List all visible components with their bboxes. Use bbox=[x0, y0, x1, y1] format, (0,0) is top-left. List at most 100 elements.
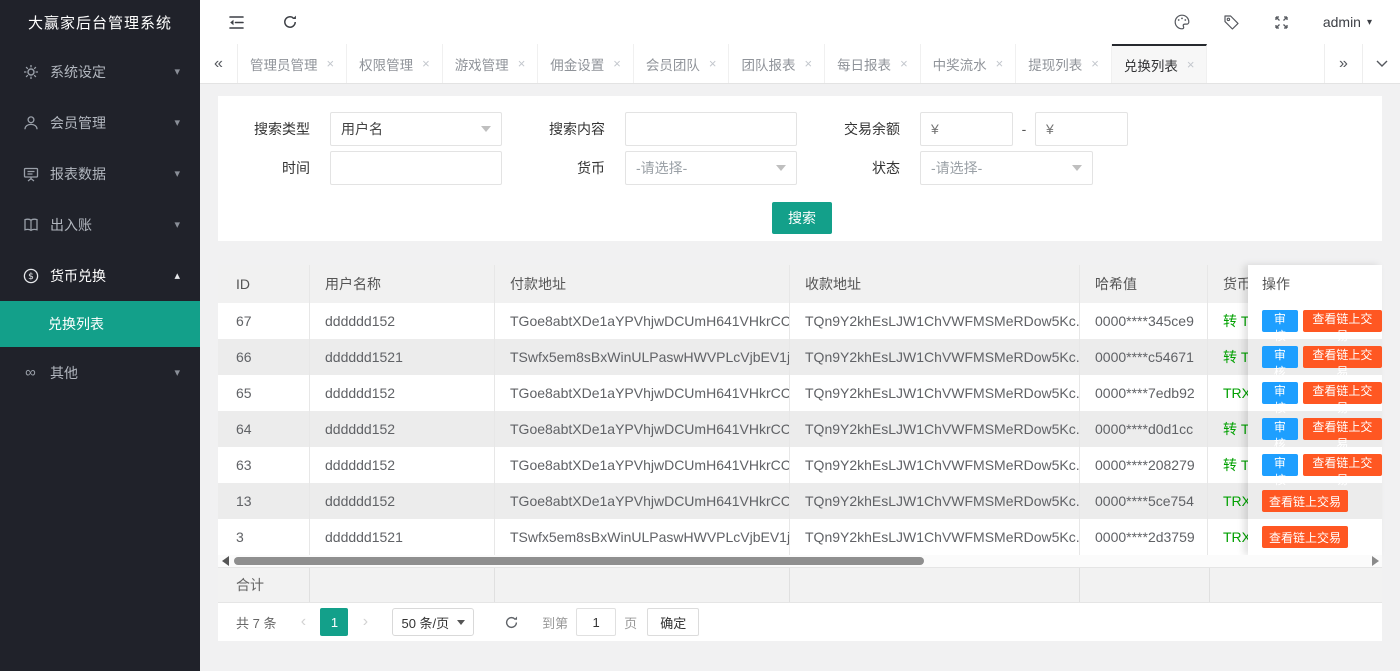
sidebar-item-label: 系统设定 bbox=[50, 62, 174, 82]
view-chain-tx-button[interactable]: 查看链上交易 bbox=[1303, 310, 1382, 332]
close-icon[interactable]: × bbox=[709, 56, 717, 71]
pagination-refresh-icon[interactable] bbox=[496, 615, 526, 630]
tab-winning-flow[interactable]: 中奖流水 × bbox=[921, 44, 1017, 83]
cell-recv-address: TQn9Y2khEsLJW1ChVWFMSMeRDow5Kc... bbox=[790, 303, 1080, 339]
audit-button[interactable]: 审核 bbox=[1262, 418, 1298, 440]
next-page-icon[interactable]: › bbox=[352, 613, 378, 631]
table-row: 3 dddddd1521 TSwfx5em8sBxWinULPaswHWVPLc… bbox=[218, 519, 1382, 555]
sidebar-item-currency-exchange[interactable]: $ 货币兑换 ▴ bbox=[0, 250, 200, 301]
chevron-down-icon: ▾ bbox=[1367, 17, 1372, 28]
tab-label: 管理员管理 bbox=[250, 54, 318, 74]
balance-max-input[interactable] bbox=[1035, 112, 1128, 146]
view-chain-tx-button[interactable]: 查看链上交易 bbox=[1303, 346, 1382, 368]
sidebar-item-member-management[interactable]: 会员管理 ▾ bbox=[0, 97, 200, 148]
sidebar-item-transactions[interactable]: 出入账 ▾ bbox=[0, 199, 200, 250]
tabs-dropdown-icon[interactable] bbox=[1362, 44, 1400, 83]
refresh-icon[interactable] bbox=[270, 0, 310, 44]
audit-button[interactable]: 审核 bbox=[1262, 310, 1298, 332]
tabs-scroll-left-icon[interactable]: « bbox=[200, 44, 238, 83]
sidebar-collapse-icon[interactable] bbox=[216, 0, 256, 44]
fullscreen-icon[interactable] bbox=[1257, 0, 1307, 44]
tab-label: 会员团队 bbox=[646, 54, 700, 74]
view-chain-tx-button[interactable]: 查看链上交易 bbox=[1262, 526, 1348, 548]
tab-withdrawal-list[interactable]: 提现列表 × bbox=[1016, 44, 1112, 83]
sidebar-subitem-exchange-list[interactable]: 兑换列表 bbox=[0, 301, 200, 347]
close-icon[interactable]: × bbox=[327, 56, 335, 71]
tab-exchange-list[interactable]: 兑换列表 × bbox=[1112, 44, 1208, 83]
sidebar-item-system-settings[interactable]: 系统设定 ▾ bbox=[0, 46, 200, 97]
tab-label: 兑换列表 bbox=[1124, 55, 1178, 75]
audit-button[interactable]: 审核 bbox=[1262, 346, 1298, 368]
chevron-down-icon bbox=[481, 126, 491, 132]
view-chain-tx-button[interactable]: 查看链上交易 bbox=[1262, 490, 1348, 512]
summary-cell bbox=[1210, 568, 1382, 602]
prev-page-icon[interactable]: ‹ bbox=[290, 613, 316, 631]
search-content-input[interactable] bbox=[625, 112, 797, 146]
theme-palette-icon[interactable] bbox=[1157, 0, 1207, 44]
close-icon[interactable]: × bbox=[518, 56, 526, 71]
scroll-right-icon[interactable] bbox=[1368, 555, 1382, 567]
balance-label: 交易余额 bbox=[797, 119, 900, 139]
goto-page-input[interactable] bbox=[576, 608, 616, 636]
cell-hash: 0000****d0d1cc bbox=[1080, 411, 1208, 447]
topbar-right: admin ▾ bbox=[1157, 0, 1400, 44]
tag-icon[interactable] bbox=[1207, 0, 1257, 44]
close-icon[interactable]: × bbox=[804, 56, 812, 71]
pagination-bar: 共 7 条 ‹ 1 › 50 条/页 到第 页 确定 bbox=[218, 603, 1382, 641]
close-icon[interactable]: × bbox=[422, 56, 430, 71]
scroll-left-icon[interactable] bbox=[218, 555, 232, 567]
col-header-username: 用户名称 bbox=[310, 265, 495, 303]
cell-pay-address: TGoe8abtXDe1aYPVhjwDCUmH641VHkrCCX bbox=[495, 375, 790, 411]
cell-id: 65 bbox=[218, 375, 310, 411]
sidebar-item-report-data[interactable]: 报表数据 ▾ bbox=[0, 148, 200, 199]
view-chain-tx-button[interactable]: 查看链上交易 bbox=[1303, 382, 1382, 404]
search-type-select[interactable]: 用户名 bbox=[330, 112, 502, 146]
scrollbar-thumb[interactable] bbox=[234, 557, 924, 565]
cell-pay-address: TGoe8abtXDe1aYPVhjwDCUmH641VHkrCCX bbox=[495, 411, 790, 447]
tab-daily-report[interactable]: 每日报表 × bbox=[825, 44, 921, 83]
close-icon[interactable]: × bbox=[613, 56, 621, 71]
currency-select-value: -请选择- bbox=[636, 158, 687, 178]
search-panel: 搜索类型 用户名 搜索内容 交易余额 - 时间 货币 -请选择- bbox=[218, 96, 1382, 241]
gear-icon bbox=[22, 63, 39, 80]
confirm-button[interactable]: 确定 bbox=[647, 608, 699, 636]
cell-username: dddddd152 bbox=[310, 483, 495, 519]
cell-pay-address: TGoe8abtXDe1aYPVhjwDCUmH641VHkrCCX bbox=[495, 447, 790, 483]
col-header-pay-address: 付款地址 bbox=[495, 265, 790, 303]
close-icon[interactable]: × bbox=[996, 56, 1004, 71]
sidebar: 大赢家后台管理系统 系统设定 ▾ 会员管理 ▾ 报表数据 ▾ bbox=[0, 0, 200, 671]
close-icon[interactable]: × bbox=[1091, 56, 1099, 71]
tab-permission-management[interactable]: 权限管理 × bbox=[347, 44, 443, 83]
tab-label: 佣金设置 bbox=[550, 54, 604, 74]
search-button[interactable]: 搜索 bbox=[772, 202, 832, 234]
tab-game-management[interactable]: 游戏管理 × bbox=[443, 44, 539, 83]
cell-id: 64 bbox=[218, 411, 310, 447]
view-chain-tx-button[interactable]: 查看链上交易 bbox=[1303, 454, 1382, 476]
page-size-select[interactable]: 50 条/页 bbox=[392, 608, 474, 636]
user-menu[interactable]: admin ▾ bbox=[1307, 14, 1400, 30]
cell-recv-address: TQn9Y2khEsLJW1ChVWFMSMeRDow5Kc... bbox=[790, 447, 1080, 483]
cell-hash: 0000****345ce9 bbox=[1080, 303, 1208, 339]
tab-member-team[interactable]: 会员团队 × bbox=[634, 44, 730, 83]
chevron-down-icon: ▾ bbox=[174, 366, 180, 379]
audit-button[interactable]: 审核 bbox=[1262, 382, 1298, 404]
current-page-button[interactable]: 1 bbox=[320, 608, 348, 636]
scrollbar-track[interactable] bbox=[232, 555, 1368, 567]
close-icon[interactable]: × bbox=[900, 56, 908, 71]
close-icon[interactable]: × bbox=[1187, 57, 1195, 72]
balance-min-input[interactable] bbox=[920, 112, 1013, 146]
audit-button[interactable]: 审核 bbox=[1262, 454, 1298, 476]
cell-username: dddddd152 bbox=[310, 447, 495, 483]
cell-recv-address: TQn9Y2khEsLJW1ChVWFMSMeRDow5Kc... bbox=[790, 411, 1080, 447]
cell-username: dddddd152 bbox=[310, 375, 495, 411]
tab-commission-settings[interactable]: 佣金设置 × bbox=[538, 44, 634, 83]
view-chain-tx-button[interactable]: 查看链上交易 bbox=[1303, 418, 1382, 440]
tab-admin-management[interactable]: 管理员管理 × bbox=[238, 44, 347, 83]
tab-team-report[interactable]: 团队报表 × bbox=[729, 44, 825, 83]
sidebar-item-label: 报表数据 bbox=[50, 164, 174, 184]
time-input[interactable] bbox=[330, 151, 502, 185]
sidebar-item-other[interactable]: ∞ 其他 ▾ bbox=[0, 347, 200, 398]
status-select[interactable]: -请选择- bbox=[920, 151, 1093, 185]
tabs-scroll-right-icon[interactable]: » bbox=[1324, 44, 1362, 83]
currency-select[interactable]: -请选择- bbox=[625, 151, 797, 185]
